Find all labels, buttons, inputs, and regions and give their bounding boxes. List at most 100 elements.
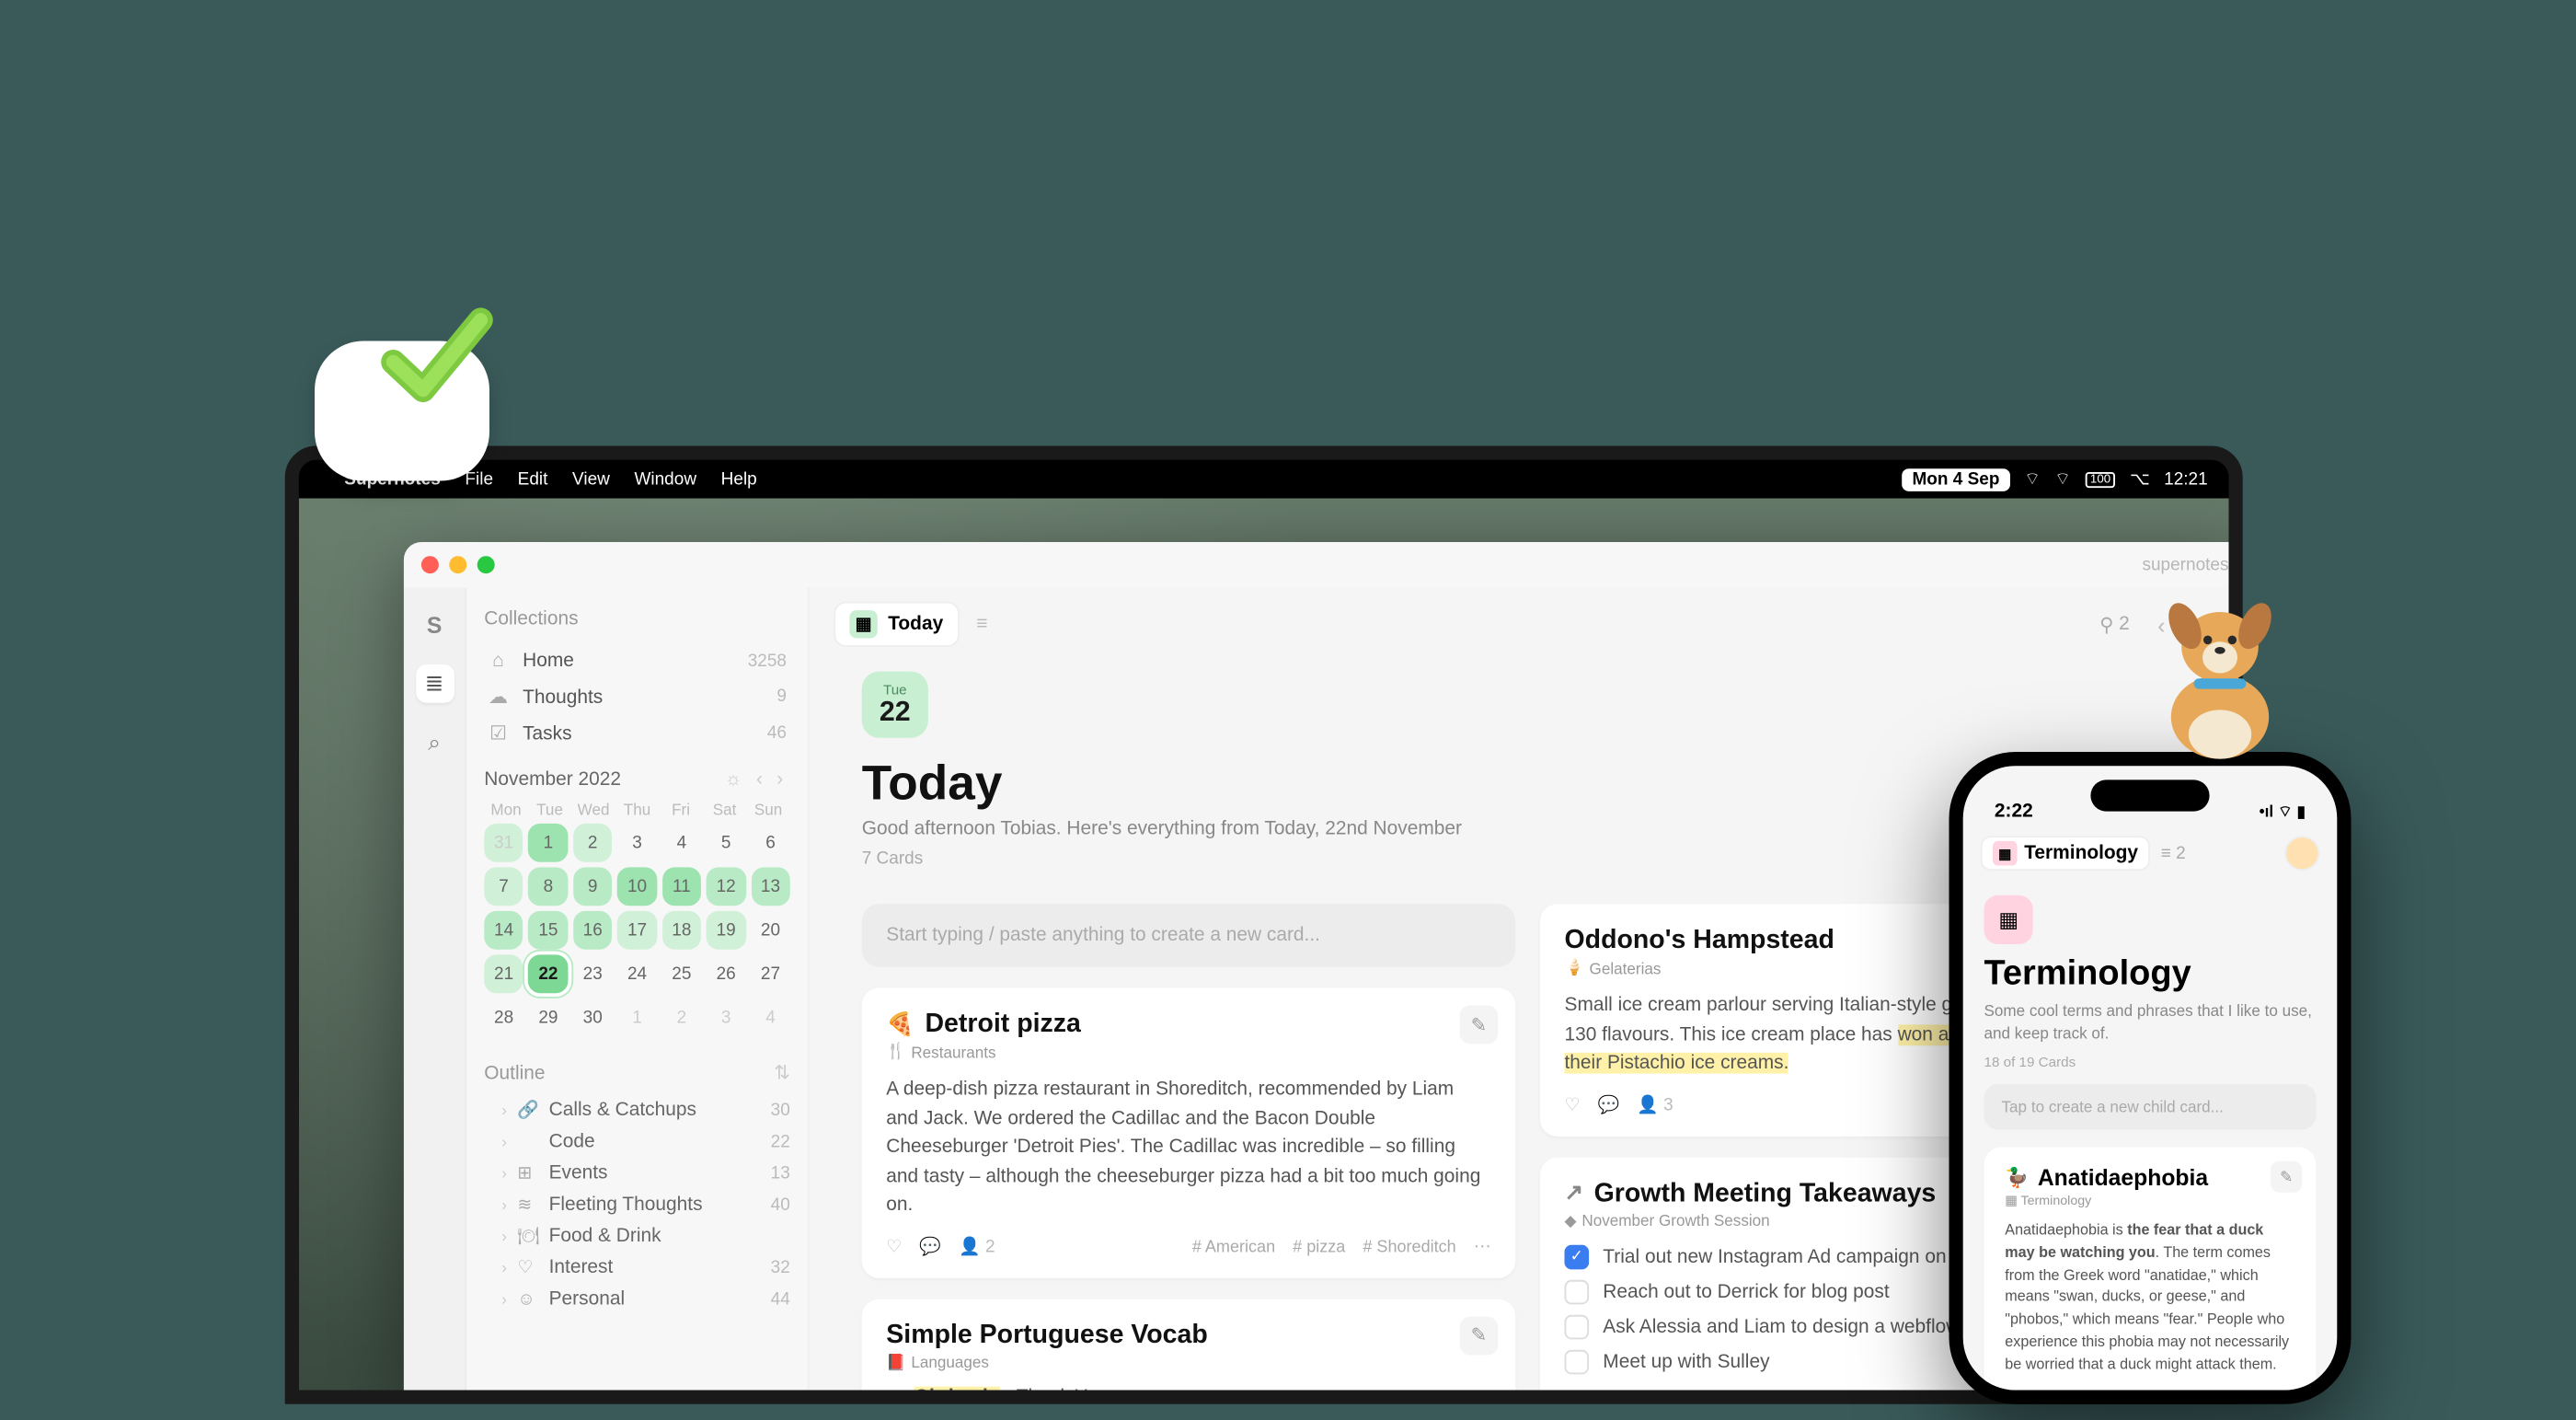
menubar-view[interactable]: View — [572, 469, 610, 489]
avatar[interactable] — [2284, 836, 2319, 871]
cal-day[interactable]: 20 — [751, 911, 790, 950]
today-pill[interactable]: ▦ Today — [834, 602, 959, 647]
edit-icon[interactable]: ✎ — [1460, 1006, 1499, 1045]
sidebar-item[interactable]: ☁ Thoughts 9 — [484, 678, 790, 715]
window-titlebar[interactable]: supernotes — [404, 542, 2243, 587]
cal-day[interactable]: 1 — [617, 999, 657, 1037]
card-anatidaephobia[interactable]: ✎ 🦆Anatidaephobia ▦ Terminology Anatidae… — [1984, 1148, 2317, 1391]
cal-day[interactable]: 3 — [617, 824, 657, 862]
outline-item[interactable]: › ⊞ Events 13 — [484, 1158, 790, 1189]
cal-day[interactable]: 18 — [662, 911, 702, 950]
phone-breadcrumb[interactable]: ▦ Terminology — [1981, 836, 2151, 871]
outline-item-icon: ≋ — [517, 1195, 538, 1215]
cal-day[interactable]: 3 — [707, 999, 746, 1037]
cal-day[interactable]: 30 — [573, 999, 613, 1037]
cal-day[interactable]: 12 — [707, 867, 746, 906]
people-icon[interactable]: 👤 3 — [1637, 1095, 1673, 1114]
more-icon[interactable]: ⋯ — [1474, 1237, 1491, 1256]
heart-icon[interactable]: ♡ — [1565, 1095, 1581, 1114]
cal-day[interactable]: 17 — [617, 911, 657, 950]
filter-icon[interactable]: ≡ — [976, 614, 987, 635]
calendar-sun-icon[interactable]: ☼ — [718, 769, 749, 791]
cal-day[interactable]: 11 — [662, 867, 702, 906]
chevron-right-icon: › — [501, 1290, 507, 1308]
cal-day[interactable]: 14 — [484, 911, 523, 950]
minimize-icon[interactable] — [449, 556, 466, 573]
battery-icon[interactable]: 100 — [2085, 471, 2116, 487]
outline-item[interactable]: › ☺ Personal 44 — [484, 1284, 790, 1315]
dog-decoration — [2142, 560, 2299, 769]
rail-search-icon[interactable]: ⌕ — [415, 724, 454, 763]
cal-day[interactable]: 1 — [529, 824, 569, 862]
heart-icon[interactable]: ♡ — [886, 1237, 902, 1256]
cal-day[interactable]: 8 — [529, 867, 569, 906]
checkbox[interactable] — [1565, 1279, 1590, 1304]
close-icon[interactable] — [421, 556, 439, 573]
cal-day[interactable]: 16 — [573, 911, 613, 950]
cal-day[interactable]: 19 — [707, 911, 746, 950]
cal-day[interactable]: 6 — [751, 824, 790, 862]
cal-day[interactable]: 2 — [573, 824, 613, 862]
phone-filter-icon[interactable]: ≡ 2 — [2161, 844, 2186, 863]
outline-item[interactable]: › 🍽 Food & Drink — [484, 1220, 790, 1252]
checkbox[interactable]: ✓ — [1565, 1244, 1590, 1269]
cal-day[interactable]: 2 — [662, 999, 702, 1037]
menubar-help[interactable]: Help — [721, 469, 757, 489]
cal-day[interactable]: 5 — [707, 824, 746, 862]
card-portuguese-vocab[interactable]: ✎ Simple Portuguese Vocab 📕Languages Obr… — [862, 1299, 1516, 1391]
pin-count[interactable]: ⚲ 2 — [2099, 613, 2130, 636]
comment-icon[interactable]: 💬 — [919, 1237, 941, 1256]
cal-day[interactable]: 24 — [617, 954, 657, 993]
cal-day[interactable]: 22 — [529, 954, 569, 993]
pizza-icon: 🍕 — [886, 1010, 914, 1037]
cal-day[interactable]: 4 — [751, 999, 790, 1037]
tag[interactable]: # pizza — [1293, 1237, 1345, 1256]
bluetooth-icon[interactable]: ⌔ — [2024, 468, 2041, 491]
menubar-window[interactable]: Window — [634, 469, 696, 489]
edit-icon[interactable]: ✎ — [1460, 1316, 1499, 1355]
maximize-icon[interactable] — [477, 556, 495, 573]
checkbox[interactable] — [1565, 1314, 1590, 1339]
card-detroit-pizza[interactable]: ✎ 🍕Detroit pizza 🍴Restaurants A deep-dis… — [862, 988, 1516, 1277]
control-center-icon[interactable]: ⌥ — [2130, 469, 2150, 489]
cal-day[interactable]: 4 — [662, 824, 702, 862]
rail-home-icon[interactable]: ≣ — [415, 664, 454, 703]
cal-day[interactable]: 21 — [484, 954, 523, 993]
cal-day[interactable]: 15 — [529, 911, 569, 950]
checkbox[interactable] — [1565, 1349, 1590, 1374]
cal-day[interactable]: 23 — [573, 954, 613, 993]
rail-logo-icon[interactable]: S — [415, 605, 454, 643]
card-body: Anatidaephobia is the fear that a duck m… — [2005, 1219, 2294, 1376]
cal-day[interactable]: 28 — [484, 999, 523, 1037]
sidebar-item[interactable]: ☑ Tasks 46 — [484, 715, 790, 752]
outline-item[interactable]: › ♡ Interest 32 — [484, 1252, 790, 1283]
cal-day[interactable]: 25 — [662, 954, 702, 993]
outline-item[interactable]: › Code 22 — [484, 1126, 790, 1158]
outline-item-label: Calls & Catchups — [549, 1100, 761, 1121]
wifi-icon[interactable]: ⌔ — [2054, 468, 2071, 491]
comment-icon[interactable]: 💬 — [1598, 1095, 1620, 1114]
sidebar-item[interactable]: ⌂ Home 3258 — [484, 643, 790, 678]
outline-item[interactable]: › 🔗 Calls & Catchups 30 — [484, 1094, 790, 1126]
outline-item[interactable]: › ≋ Fleeting Thoughts 40 — [484, 1189, 790, 1220]
cal-day[interactable]: 7 — [484, 867, 523, 906]
tag[interactable]: # definition — [2214, 1389, 2294, 1390]
calendar-prev-icon[interactable]: ‹ — [749, 769, 769, 791]
outline-sort-icon[interactable]: ⇅ — [774, 1061, 790, 1084]
cal-day[interactable]: 26 — [707, 954, 746, 993]
cal-day[interactable]: 9 — [573, 867, 613, 906]
menubar-date[interactable]: Mon 4 Sep — [1902, 468, 2010, 491]
cal-day[interactable]: 29 — [529, 999, 569, 1037]
phone-new-card-input[interactable]: Tap to create a new child card... — [1984, 1084, 2317, 1129]
new-card-input[interactable]: Start typing / paste anything to create … — [862, 904, 1516, 966]
tag[interactable]: # American — [1192, 1237, 1275, 1256]
calendar-next-icon[interactable]: › — [770, 769, 790, 791]
tag[interactable]: # Shoreditch — [1363, 1237, 1455, 1256]
cal-day[interactable]: 31 — [484, 824, 523, 862]
cal-day[interactable]: 13 — [751, 867, 790, 906]
cal-day[interactable]: 10 — [617, 867, 657, 906]
cal-day[interactable]: 27 — [751, 954, 790, 993]
edit-icon[interactable]: ✎ — [2271, 1161, 2302, 1193]
people-icon[interactable]: 👤 2 — [959, 1237, 995, 1256]
menubar-time[interactable]: 12:21 — [2164, 469, 2208, 489]
